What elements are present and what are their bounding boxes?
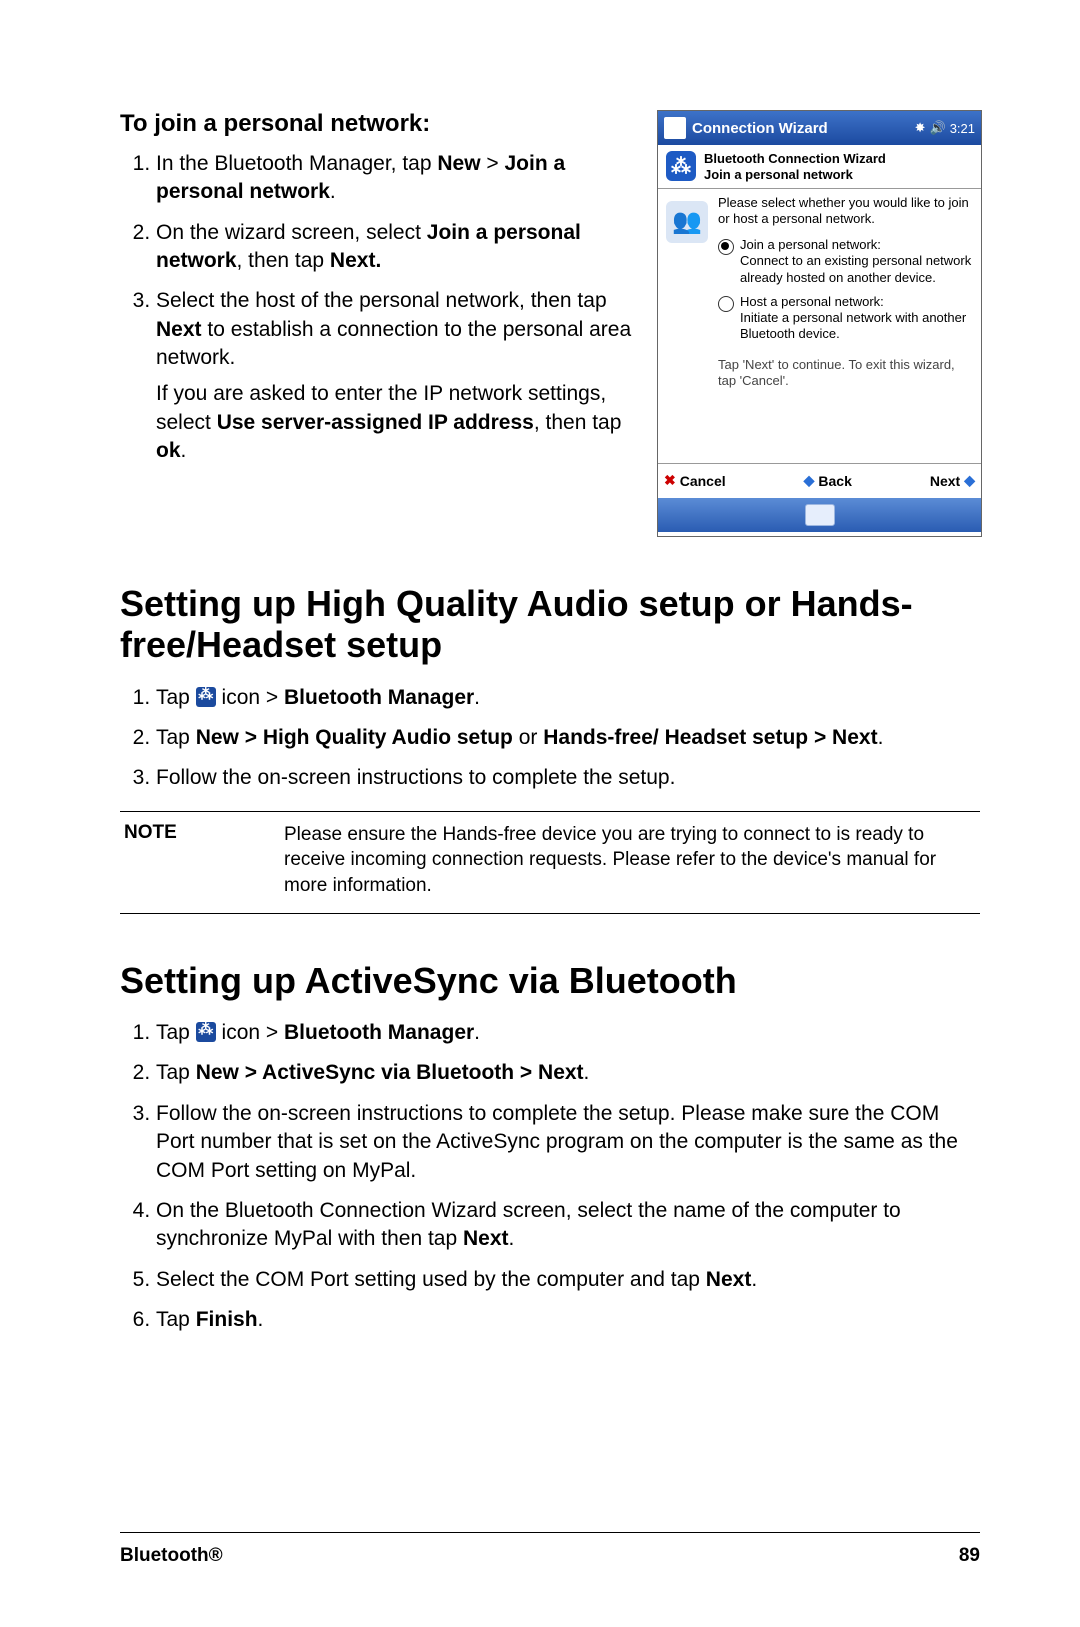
- left-text-column: To join a personal network: In the Bluet…: [120, 110, 635, 537]
- footer-page-number: 89: [959, 1545, 980, 1567]
- scr-header: ⁂ Bluetooth Connection Wizard Join a per…: [658, 145, 981, 189]
- wizard-screenshot: ⊞ Connection Wizard ✸ 🔊 3:21 ⁂ Bluetooth…: [657, 110, 982, 537]
- scr-option-join[interactable]: Join a personal network: Connect to an e…: [718, 237, 973, 286]
- arrow-right-icon: ◆: [964, 472, 975, 489]
- scr-body-main: Please select whether you would like to …: [718, 195, 973, 457]
- scr-bottom-bar: [658, 498, 981, 532]
- scr-tray: ✸ 🔊 3:21: [915, 120, 975, 136]
- next-button[interactable]: Next◆: [930, 472, 975, 489]
- note-text: Please ensure the Hands-free device you …: [284, 822, 980, 899]
- s1-step3: Select the host of the personal network,…: [156, 287, 635, 465]
- radio-unselected-icon[interactable]: [718, 296, 734, 312]
- section2-list: Tap ⁂ icon > Bluetooth Manager. Tap New …: [120, 684, 980, 793]
- section3-list: Tap ⁂ icon > Bluetooth Manager. Tap New …: [120, 1019, 980, 1334]
- cancel-button[interactable]: ✖Cancel: [664, 472, 726, 489]
- s3-step6: Tap Finish.: [156, 1306, 980, 1334]
- note-block: NOTE Please ensure the Hands-free device…: [120, 811, 980, 914]
- s2-step2: Tap New > High Quality Audio setup or Ha…: [156, 724, 980, 752]
- s3-step2: Tap New > ActiveSync via Bluetooth > Nex…: [156, 1059, 980, 1087]
- s1-step3-extra: If you are asked to enter the IP network…: [156, 380, 635, 465]
- scr-body: 👥 Please select whether you would like t…: [658, 189, 981, 463]
- s2-step3: Follow the on-screen instructions to com…: [156, 764, 980, 792]
- section1-heading: To join a personal network:: [120, 110, 635, 138]
- scr-prompt: Please select whether you would like to …: [718, 195, 973, 228]
- section3-heading: Setting up ActiveSync via Bluetooth: [120, 960, 980, 1001]
- s3-step5: Select the COM Port setting used by the …: [156, 1266, 980, 1294]
- section1-list: In the Bluetooth Manager, tap New > Join…: [120, 150, 635, 465]
- s3-step3: Follow the on-screen instructions to com…: [156, 1100, 980, 1185]
- speaker-icon: 🔊: [930, 120, 946, 136]
- note-label: NOTE: [120, 822, 244, 899]
- s2-step1: Tap ⁂ icon > Bluetooth Manager.: [156, 684, 980, 712]
- s3-step4: On the Bluetooth Connection Wizard scree…: [156, 1197, 980, 1254]
- bluetooth-badge-icon: ⁂: [666, 151, 696, 181]
- bluetooth-inline-icon: ⁂: [196, 1022, 216, 1042]
- bluetooth-inline-icon: ⁂: [196, 687, 216, 707]
- signal-icon: ✸: [915, 120, 926, 136]
- scr-header-text: Bluetooth Connection Wizard Join a perso…: [704, 151, 886, 184]
- back-button[interactable]: ◆Back: [804, 472, 852, 489]
- people-icon: 👥: [666, 201, 708, 243]
- scr-time: 3:21: [950, 121, 975, 136]
- scr-title-text: Connection Wizard: [692, 120, 909, 137]
- s3-step1: Tap ⁂ icon > Bluetooth Manager.: [156, 1019, 980, 1047]
- arrow-left-icon: ◆: [804, 472, 815, 489]
- document-page: To join a personal network: In the Bluet…: [0, 0, 1080, 1627]
- section2-heading: Setting up High Quality Audio setup or H…: [120, 583, 980, 666]
- start-flag-icon: ⊞: [664, 117, 686, 139]
- cancel-x-icon: ✖: [664, 472, 676, 489]
- page-footer: Bluetooth® 89: [120, 1532, 980, 1567]
- radio-selected-icon[interactable]: [718, 239, 734, 255]
- scr-button-bar: ✖Cancel ◆Back Next◆: [658, 463, 981, 498]
- screenshot-column: ⊞ Connection Wizard ✸ 🔊 3:21 ⁂ Bluetooth…: [657, 110, 980, 537]
- s1-step1: In the Bluetooth Manager, tap New > Join…: [156, 150, 635, 207]
- s1-step2: On the wizard screen, select Join a pers…: [156, 219, 635, 276]
- keyboard-icon[interactable]: [805, 504, 835, 526]
- scr-people-icon-col: 👥: [666, 195, 710, 457]
- scr-titlebar: ⊞ Connection Wizard ✸ 🔊 3:21: [658, 111, 981, 145]
- top-two-column: To join a personal network: In the Bluet…: [120, 110, 980, 537]
- scr-hint: Tap 'Next' to continue. To exit this wiz…: [718, 357, 973, 390]
- footer-chapter: Bluetooth®: [120, 1545, 223, 1567]
- scr-option-host[interactable]: Host a personal network: Initiate a pers…: [718, 294, 973, 343]
